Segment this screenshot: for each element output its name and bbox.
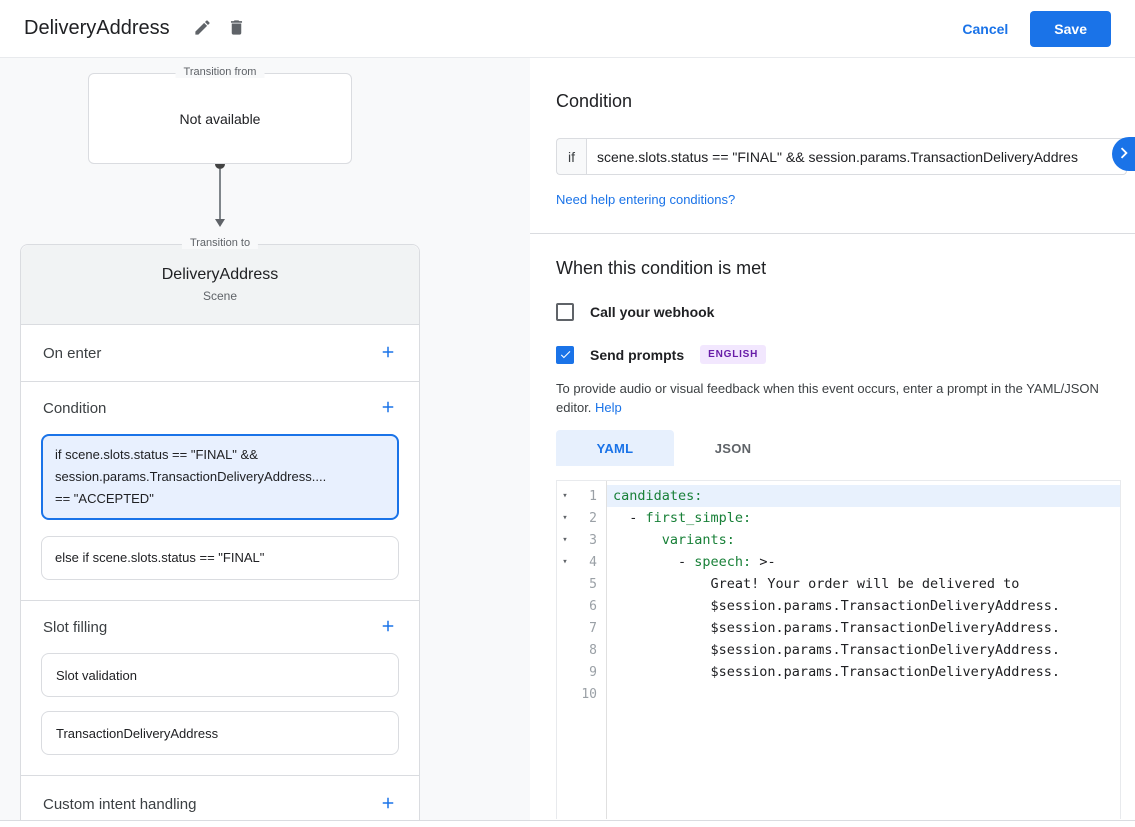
send-prompts-label: Send prompts <box>590 347 684 363</box>
custom-intent-section: Custom intent handling <box>21 776 419 820</box>
tab-json[interactable]: JSON <box>674 430 792 466</box>
chevron-right-icon <box>1113 142 1135 167</box>
save-button[interactable]: Save <box>1030 11 1111 47</box>
prompt-description-text: To provide audio or visual feedback when… <box>556 381 1099 415</box>
yaml-editor[interactable]: ▾1▾2▾3▾45678910 candidates: - first_simp… <box>556 480 1121 819</box>
page-title: DeliveryAddress <box>24 17 170 40</box>
condition-detail-panel: Condition if Need help entering conditio… <box>530 58 1135 820</box>
edit-title-button[interactable] <box>186 12 220 46</box>
trash-icon <box>227 18 246 40</box>
add-on-enter-button[interactable] <box>379 343 397 364</box>
scene-name: DeliveryAddress <box>162 266 278 284</box>
condition-expression-input[interactable] <box>586 138 1127 175</box>
transition-connector <box>20 164 420 227</box>
slot-item[interactable]: TransactionDeliveryAddress <box>41 711 399 755</box>
transition-to-label: Transition to <box>182 237 258 249</box>
connector-line <box>219 169 221 219</box>
call-webhook-checkbox[interactable] <box>556 303 574 321</box>
if-prefix-label: if <box>556 138 586 175</box>
plus-icon <box>379 398 397 419</box>
line-number: 7 <box>573 621 606 636</box>
line-number: 9 <box>573 665 606 680</box>
line-number: 10 <box>573 687 606 702</box>
collapse-panel-button[interactable] <box>1112 137 1135 171</box>
on-enter-section: On enter <box>21 325 419 381</box>
code-line[interactable]: - speech: >- <box>607 551 1120 573</box>
cancel-button[interactable]: Cancel <box>962 21 1008 37</box>
editor-gutter: ▾1▾2▾3▾45678910 <box>557 481 607 819</box>
plus-icon <box>379 794 397 815</box>
slot-validation-item[interactable]: Slot validation <box>41 653 399 697</box>
fold-toggle-icon[interactable]: ▾ <box>557 513 573 523</box>
help-link[interactable]: Help <box>595 400 622 415</box>
on-enter-label: On enter <box>43 345 101 362</box>
prompt-description: To provide audio or visual feedback when… <box>556 379 1111 417</box>
scene-type-label: Scene <box>203 289 237 303</box>
send-prompts-row: Send prompts ENGLISH <box>556 345 1127 364</box>
scene-card: Transition to DeliveryAddress Scene On e… <box>20 244 420 820</box>
editor-code[interactable]: candidates: - first_simple: variants: - … <box>607 481 1120 819</box>
webhook-row: Call your webhook <box>556 303 1127 321</box>
line-number: 2 <box>573 511 606 526</box>
delete-scene-button[interactable] <box>220 12 254 46</box>
line-number: 5 <box>573 577 606 592</box>
code-line[interactable]: variants: <box>607 529 1120 551</box>
transition-from-label: Transition from <box>176 66 265 78</box>
plus-icon <box>379 617 397 638</box>
scene-graph-panel: Transition from Not available Transition… <box>0 58 530 820</box>
when-condition-heading: When this condition is met <box>556 258 1127 279</box>
code-line[interactable]: Great! Your order will be delivered to <box>607 573 1120 595</box>
transition-from-value: Not available <box>180 111 261 127</box>
transition-from-card: Transition from Not available <box>88 73 352 164</box>
code-line[interactable]: candidates: <box>607 485 1120 507</box>
line-number: 6 <box>573 599 606 614</box>
condition-help-link[interactable]: Need help entering conditions? <box>556 192 735 207</box>
code-line[interactable]: $session.params.TransactionDeliveryAddre… <box>607 617 1120 639</box>
fold-toggle-icon[interactable]: ▾ <box>557 557 573 567</box>
header-actions: Cancel Save <box>962 11 1111 47</box>
condition-heading: Condition <box>556 91 1127 112</box>
line-number: 8 <box>573 643 606 658</box>
code-line[interactable]: $session.params.TransactionDeliveryAddre… <box>607 595 1120 617</box>
fold-toggle-icon[interactable]: ▾ <box>557 491 573 501</box>
condition-expression-row: if <box>556 138 1127 175</box>
pencil-icon <box>193 18 212 40</box>
code-line[interactable]: $session.params.TransactionDeliveryAddre… <box>607 661 1120 683</box>
tab-yaml[interactable]: YAML <box>556 430 674 466</box>
line-number: 1 <box>573 489 606 504</box>
code-line[interactable] <box>607 683 1120 705</box>
line-number: 3 <box>573 533 606 548</box>
language-badge: ENGLISH <box>700 345 766 364</box>
condition-item[interactable]: else if scene.slots.status == "FINAL" <box>41 536 399 580</box>
main-content: Transition from Not available Transition… <box>0 57 1135 820</box>
condition-section-header: Condition <box>21 382 419 434</box>
condition-section-label: Condition <box>43 400 106 417</box>
line-number: 4 <box>573 555 606 570</box>
editor-format-tabs: YAML JSON <box>556 430 1127 466</box>
slot-filling-section-header: Slot filling <box>21 601 419 653</box>
bottom-divider <box>0 820 1135 827</box>
plus-icon <box>379 343 397 364</box>
send-prompts-checkbox[interactable] <box>556 346 574 364</box>
checkmark-icon <box>559 348 572 361</box>
condition-item-selected[interactable]: if scene.slots.status == "FINAL" && sess… <box>41 434 399 520</box>
scene-card-header: DeliveryAddress Scene <box>21 245 419 325</box>
call-webhook-label: Call your webhook <box>590 304 714 320</box>
custom-intent-label: Custom intent handling <box>43 796 196 813</box>
fold-toggle-icon[interactable]: ▾ <box>557 535 573 545</box>
add-slot-button[interactable] <box>379 617 397 638</box>
add-condition-button[interactable] <box>379 398 397 419</box>
connector-arrow-icon <box>215 219 225 227</box>
slot-filling-label: Slot filling <box>43 619 107 636</box>
code-line[interactable]: - first_simple: <box>607 507 1120 529</box>
top-app-bar: DeliveryAddress Cancel Save <box>0 0 1135 57</box>
code-line[interactable]: $session.params.TransactionDeliveryAddre… <box>607 639 1120 661</box>
add-custom-intent-button[interactable] <box>379 794 397 815</box>
